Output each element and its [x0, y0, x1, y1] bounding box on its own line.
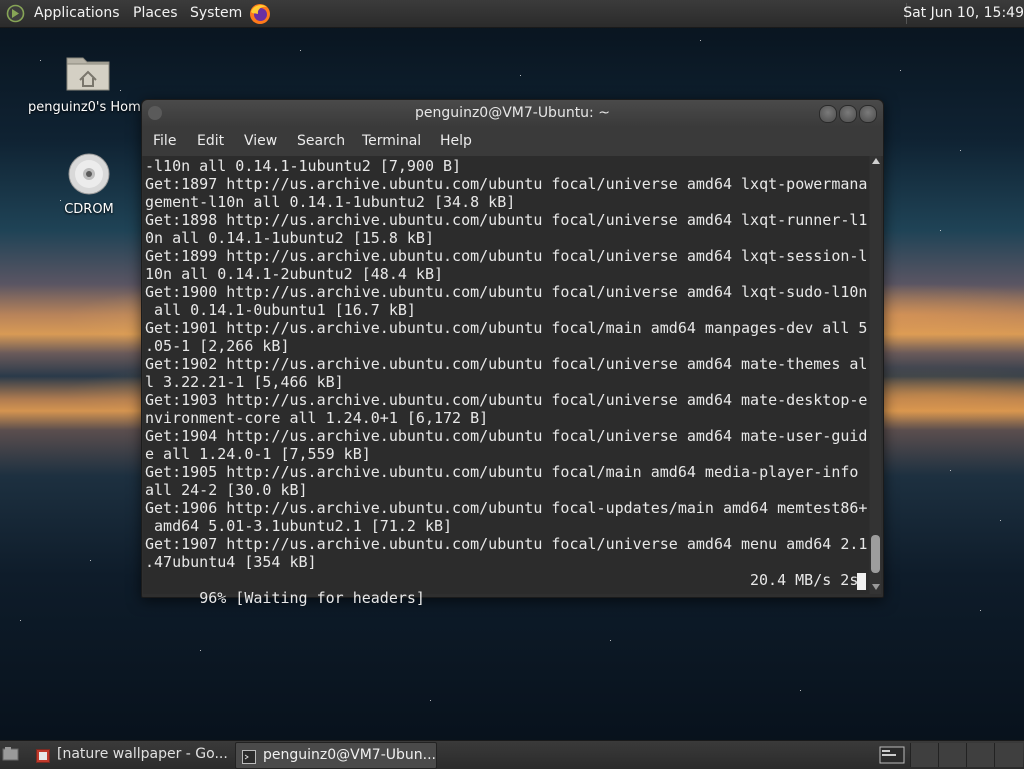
- terminal-line: Get:1904 http://us.archive.ubuntu.com/ub…: [145, 427, 868, 445]
- terminal-tray-icon[interactable]: [879, 746, 905, 764]
- terminal-window[interactable]: penguinz0@VM7-Ubuntu: ~ File Edit View S…: [141, 99, 884, 607]
- terminal-line: all 24-2 [30.0 kB]: [145, 481, 308, 499]
- home-folder-label: penguinz0's Home: [28, 100, 148, 115]
- workspace-switcher[interactable]: [910, 743, 1023, 767]
- taskbar-item-browser[interactable]: [nature wallpaper - Go...: [30, 742, 230, 767]
- terminal-line: 10n all 0.14.1-2ubuntu2 [48.4 kB]: [145, 265, 444, 283]
- terminal-status-line: 96% [Waiting for headers] 20.4 MB/s 2s: [145, 571, 865, 643]
- firefox-icon[interactable]: [248, 2, 272, 26]
- show-desktop-icon[interactable]: [2, 746, 20, 762]
- taskbar-item-terminal[interactable]: penguinz0@VM7-Ubun...: [235, 742, 437, 769]
- menu-file[interactable]: File: [153, 133, 176, 149]
- terminal-line: all 0.14.1-0ubuntu1 [16.7 kB]: [154, 301, 416, 319]
- terminal-line: gement-l10n all 0.14.1-1ubuntu2 [34.8 kB…: [145, 193, 516, 211]
- terminal-scrollbar[interactable]: [870, 156, 881, 594]
- menu-terminal[interactable]: Terminal: [362, 133, 421, 149]
- terminal-line: l 3.22.21-1 [5,466 kB]: [145, 373, 344, 391]
- window-menu-icon[interactable]: [148, 106, 162, 120]
- terminal-icon: [242, 748, 256, 764]
- cdrom-label: CDROM: [64, 202, 114, 217]
- taskbar-label: penguinz0@VM7-Ubun...: [263, 747, 436, 763]
- terminal-cursor: [857, 573, 866, 590]
- clock[interactable]: Sat Jun 10, 15:49: [903, 5, 1024, 21]
- bottom-panel: [nature wallpaper - Go... penguinz0@VM7-…: [0, 740, 1024, 769]
- terminal-titlebar[interactable]: penguinz0@VM7-Ubuntu: ~: [142, 100, 883, 127]
- applications-menu[interactable]: Applications: [34, 5, 120, 21]
- places-menu[interactable]: Places: [133, 5, 178, 21]
- terminal-line: Get:1900 http://us.archive.ubuntu.com/ub…: [145, 283, 868, 301]
- terminal-line: Get:1901 http://us.archive.ubuntu.com/ub…: [145, 319, 868, 337]
- terminal-line: amd64 5.01-3.1ubuntu2.1 [71.2 kB]: [154, 517, 453, 535]
- taskbar-label: [nature wallpaper - Go...: [57, 746, 228, 762]
- terminal-line: .05-1 [2,266 kB]: [145, 337, 290, 355]
- scroll-up-icon[interactable]: [872, 158, 880, 164]
- terminal-line: Get:1899 http://us.archive.ubuntu.com/ub…: [145, 247, 868, 265]
- cdrom-icon: [67, 153, 111, 200]
- terminal-lines: -l10n all 0.14.1-1ubuntu2 [7,900 B] Get:…: [145, 157, 867, 571]
- terminal-line: 0n all 0.14.1-1ubuntu2 [15.8 kB]: [145, 229, 434, 247]
- download-speed: 20.4 MB/s 2s: [750, 571, 859, 589]
- download-progress: 96% [Waiting for headers]: [199, 589, 425, 607]
- home-folder-icon: [64, 57, 112, 98]
- menu-help[interactable]: Help: [440, 133, 472, 149]
- terminal-menubar: File Edit View Search Terminal Help: [142, 127, 883, 156]
- terminal-line: Get:1902 http://us.archive.ubuntu.com/ub…: [145, 355, 868, 373]
- terminal-line: .47ubuntu4 [354 kB]: [145, 553, 317, 571]
- terminal-line: Get:1897 http://us.archive.ubuntu.com/ub…: [145, 175, 868, 193]
- workspace-3[interactable]: [966, 743, 995, 767]
- workspace-1[interactable]: [910, 743, 939, 767]
- terminal-output[interactable]: -l10n all 0.14.1-1ubuntu2 [7,900 B] Get:…: [143, 156, 869, 607]
- menu-edit[interactable]: Edit: [197, 133, 224, 149]
- top-panel: Applications Places System Sat Jun 10, 1…: [0, 0, 1024, 28]
- system-menu[interactable]: System: [190, 5, 242, 21]
- terminal-line: e all 1.24.0-1 [7,559 kB]: [145, 445, 371, 463]
- menu-search[interactable]: Search: [297, 133, 345, 149]
- minimize-button[interactable]: [819, 105, 837, 123]
- workspace-4[interactable]: [994, 743, 1023, 767]
- scrollbar-thumb[interactable]: [871, 535, 880, 573]
- maximize-button[interactable]: [839, 105, 857, 123]
- terminal-line: Get:1905 http://us.archive.ubuntu.com/ub…: [145, 463, 859, 481]
- mate-logo-icon[interactable]: [6, 4, 25, 23]
- terminal-line: Get:1903 http://us.archive.ubuntu.com/ub…: [145, 391, 868, 409]
- terminal-line: nvironment-core all 1.24.0+1 [6,172 B]: [145, 409, 489, 427]
- cdrom-desktop-icon[interactable]: CDROM: [29, 152, 149, 217]
- scroll-down-icon[interactable]: [872, 584, 880, 590]
- menu-view[interactable]: View: [244, 133, 277, 149]
- terminal-title: penguinz0@VM7-Ubuntu: ~: [415, 105, 610, 121]
- terminal-line: -l10n all 0.14.1-1ubuntu2 [7,900 B]: [145, 157, 462, 175]
- browser-window-icon: [36, 747, 50, 763]
- home-folder-desktop-icon[interactable]: penguinz0's Home: [28, 50, 148, 115]
- workspace-2[interactable]: [938, 743, 967, 767]
- close-button[interactable]: [859, 105, 877, 123]
- terminal-line: Get:1898 http://us.archive.ubuntu.com/ub…: [145, 211, 868, 229]
- terminal-line: Get:1906 http://us.archive.ubuntu.com/ub…: [145, 499, 868, 517]
- terminal-line: Get:1907 http://us.archive.ubuntu.com/ub…: [145, 535, 868, 553]
